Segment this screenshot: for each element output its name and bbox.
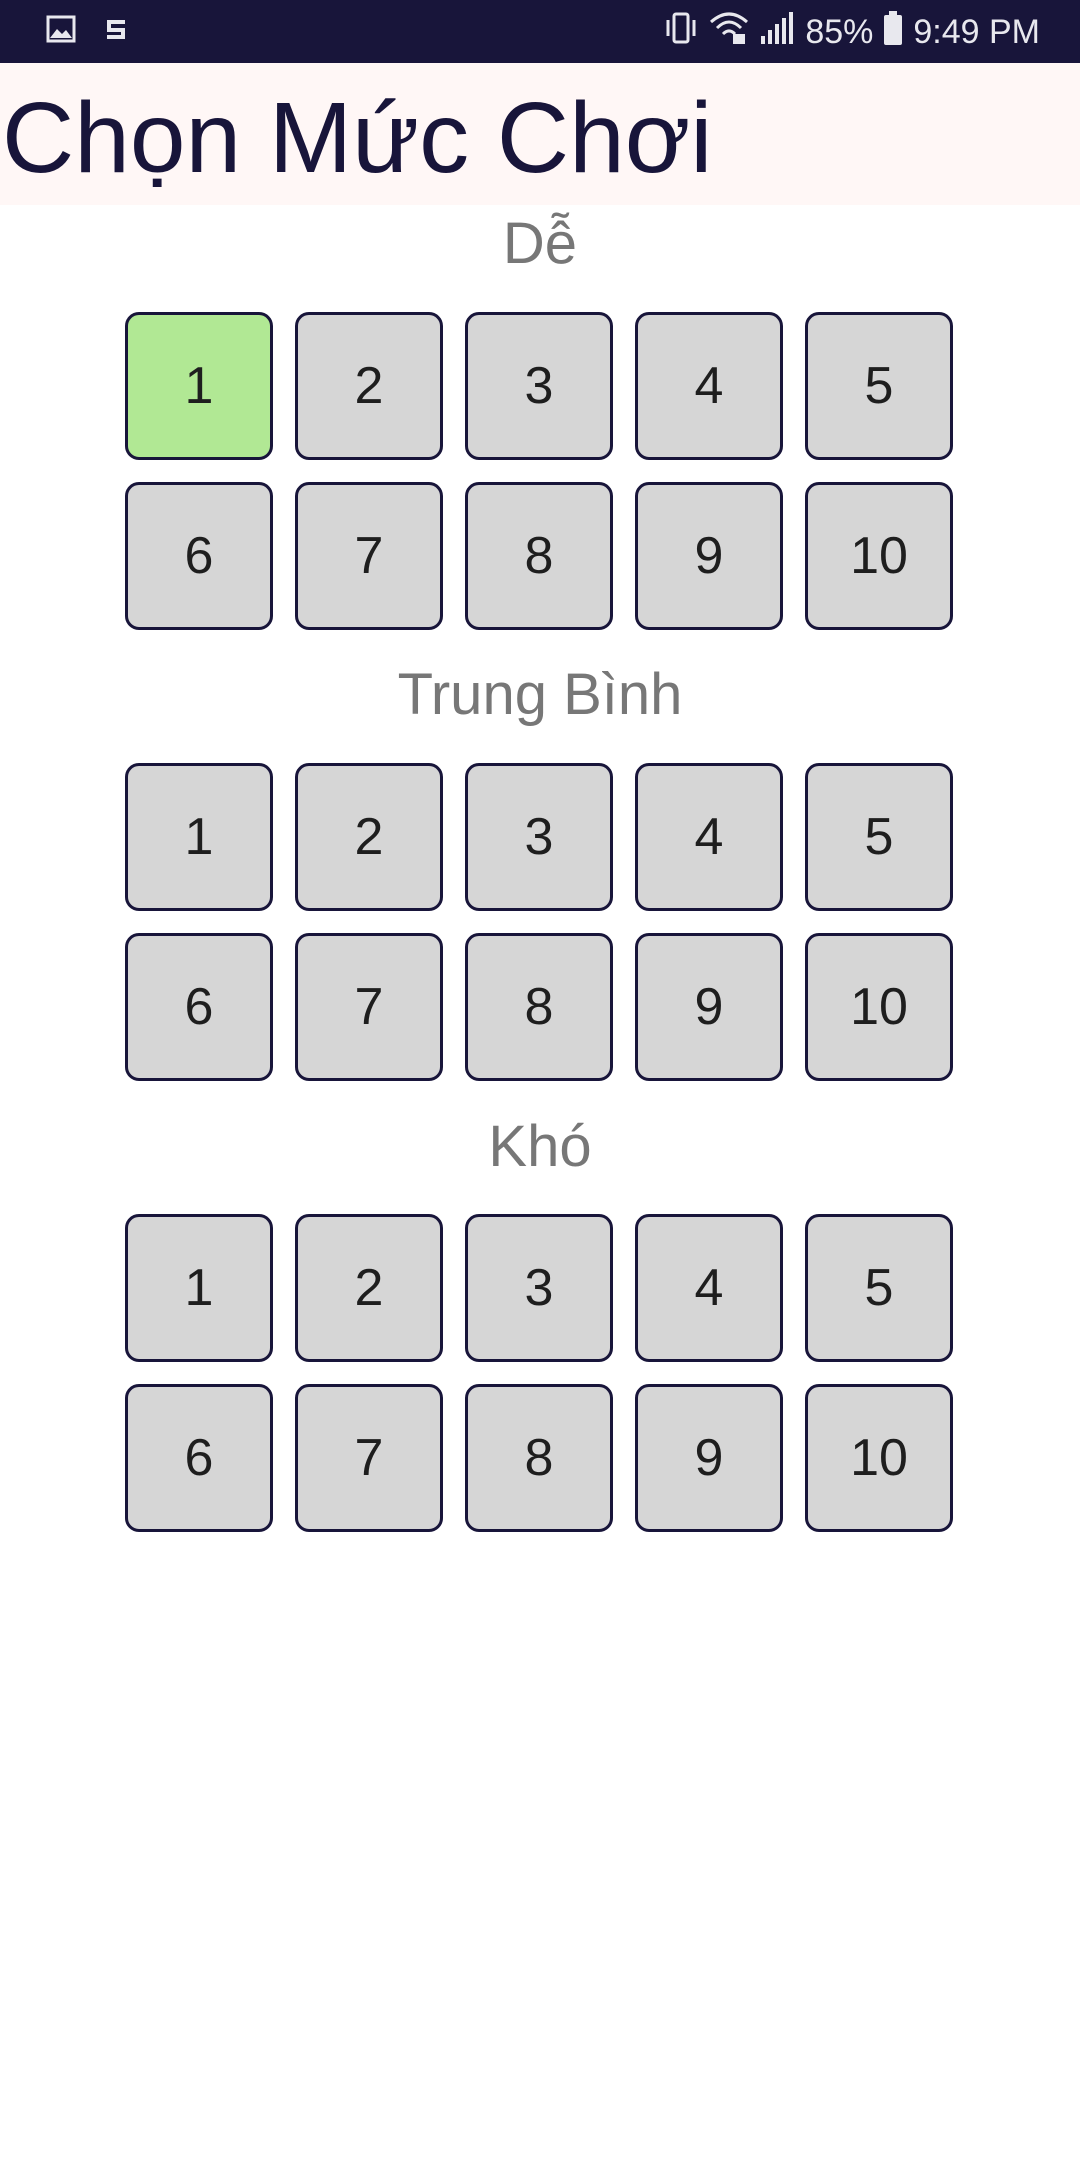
level-button-hard-7[interactable]: 7 bbox=[295, 1384, 443, 1532]
status-right-group: 85% 9:49 PM bbox=[663, 10, 1040, 55]
level-button-easy-10[interactable]: 10 bbox=[805, 482, 953, 630]
level-grid-medium: 1 2 3 4 5 6 7 8 9 10 bbox=[125, 763, 953, 1081]
level-button-easy-2[interactable]: 2 bbox=[295, 312, 443, 460]
level-button-medium-5[interactable]: 5 bbox=[805, 763, 953, 911]
level-button-easy-1[interactable]: 1 bbox=[125, 312, 273, 460]
level-button-hard-10[interactable]: 10 bbox=[805, 1384, 953, 1532]
battery-percent: 85% bbox=[805, 13, 874, 51]
status-time: 9:49 PM bbox=[913, 13, 1040, 51]
level-button-medium-4[interactable]: 4 bbox=[635, 763, 783, 911]
level-button-hard-9[interactable]: 9 bbox=[635, 1384, 783, 1532]
wifi-icon bbox=[709, 10, 749, 55]
level-button-easy-7[interactable]: 7 bbox=[295, 482, 443, 630]
level-button-hard-4[interactable]: 4 bbox=[635, 1214, 783, 1362]
level-button-easy-6[interactable]: 6 bbox=[125, 482, 273, 630]
level-button-easy-4[interactable]: 4 bbox=[635, 312, 783, 460]
level-button-medium-7[interactable]: 7 bbox=[295, 933, 443, 1081]
section-title-hard: Khó bbox=[488, 1114, 592, 1179]
app-bar: Chọn Mức Chơi bbox=[0, 63, 1080, 205]
level-button-easy-9[interactable]: 9 bbox=[635, 482, 783, 630]
battery-icon bbox=[883, 10, 903, 55]
level-button-hard-3[interactable]: 3 bbox=[465, 1214, 613, 1362]
level-button-hard-5[interactable]: 5 bbox=[805, 1214, 953, 1362]
level-button-medium-10[interactable]: 10 bbox=[805, 933, 953, 1081]
signal-icon bbox=[759, 10, 795, 55]
level-button-easy-3[interactable]: 3 bbox=[465, 312, 613, 460]
level-button-medium-2[interactable]: 2 bbox=[295, 763, 443, 911]
level-button-hard-6[interactable]: 6 bbox=[125, 1384, 273, 1532]
level-button-medium-6[interactable]: 6 bbox=[125, 933, 273, 1081]
level-button-easy-8[interactable]: 8 bbox=[465, 482, 613, 630]
level-button-medium-1[interactable]: 1 bbox=[125, 763, 273, 911]
level-button-hard-8[interactable]: 8 bbox=[465, 1384, 613, 1532]
level-button-hard-1[interactable]: 1 bbox=[125, 1214, 273, 1362]
level-button-hard-2[interactable]: 2 bbox=[295, 1214, 443, 1362]
level-button-medium-9[interactable]: 9 bbox=[635, 933, 783, 1081]
image-icon bbox=[46, 14, 76, 49]
stack-icon bbox=[104, 17, 128, 46]
page-title: Chọn Mức Chơi bbox=[2, 82, 713, 194]
status-bar: 85% 9:49 PM bbox=[0, 0, 1080, 63]
vibrate-icon bbox=[663, 10, 699, 55]
level-button-medium-8[interactable]: 8 bbox=[465, 933, 613, 1081]
section-title-easy: Dễ bbox=[502, 211, 578, 276]
level-button-medium-3[interactable]: 3 bbox=[465, 763, 613, 911]
level-button-easy-5[interactable]: 5 bbox=[805, 312, 953, 460]
status-left-icons bbox=[46, 14, 128, 49]
level-grid-easy: 1 2 3 4 5 6 7 8 9 10 bbox=[125, 312, 953, 630]
level-grid-hard: 1 2 3 4 5 6 7 8 9 10 bbox=[125, 1214, 953, 1532]
section-title-medium: Trung Bình bbox=[397, 662, 683, 727]
